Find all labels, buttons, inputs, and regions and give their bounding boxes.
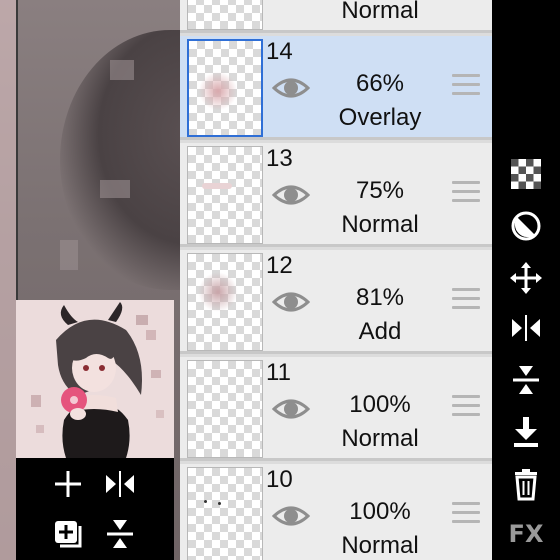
layer-blend-mode[interactable]: Add	[310, 318, 450, 346]
visibility-eye-icon[interactable]	[272, 286, 310, 318]
duplicate-layer-icon	[55, 521, 82, 548]
layer-row-10[interactable]: 10 100% Normal	[180, 464, 492, 560]
flip-horizontal-icon	[512, 315, 540, 341]
layer-thumbnail	[187, 360, 263, 458]
layer-opacity[interactable]: 100%	[320, 391, 440, 419]
visibility-eye-icon[interactable]	[272, 179, 310, 211]
layer-row-11[interactable]: 11 100% Normal	[180, 357, 492, 461]
layer-thumbnail	[187, 146, 263, 244]
drag-handle-icon[interactable]	[452, 502, 480, 528]
flip-icon	[106, 471, 134, 497]
layer-opacity[interactable]: 100%	[320, 498, 440, 526]
flip-layer-button[interactable]	[100, 464, 140, 504]
layer-number: 14	[266, 38, 293, 65]
move-button[interactable]	[501, 256, 551, 300]
drag-handle-icon[interactable]	[452, 181, 480, 207]
layer-thumbnail	[187, 467, 263, 560]
add-layer-button[interactable]	[48, 464, 88, 504]
add-layer-icon	[55, 471, 81, 497]
fx-label: FX	[508, 520, 544, 548]
transparency-checker-icon	[511, 159, 541, 189]
transparency-button[interactable]	[501, 152, 551, 196]
move-icon	[510, 262, 542, 294]
layer-actions-toolbar	[16, 458, 174, 560]
merge-down-button[interactable]	[501, 358, 551, 402]
layer-opacity[interactable]: 75%	[320, 177, 440, 205]
layer-opacity[interactable]: 66%	[320, 70, 440, 98]
layer-row[interactable]: Normal	[180, 0, 492, 33]
merge-layers-button[interactable]	[100, 514, 140, 554]
layer-thumbnail	[187, 0, 263, 30]
merge-down-icon	[513, 366, 539, 394]
layers-panel: Normal 14 66% Overlay 13 75% Normal 12 8…	[180, 0, 492, 560]
layer-number: 11	[266, 359, 291, 386]
artwork-preview	[16, 300, 174, 458]
clipping-icon	[511, 211, 541, 241]
layer-number: 10	[266, 466, 293, 493]
layer-thumbnail	[187, 253, 263, 351]
canvas-divider	[16, 0, 18, 300]
fx-button[interactable]: FX	[501, 512, 551, 556]
layer-row-14[interactable]: 14 66% Overlay	[180, 36, 492, 140]
duplicate-layer-button[interactable]	[48, 514, 88, 554]
layer-row-12[interactable]: 12 81% Add	[180, 250, 492, 354]
layer-number: 12	[266, 252, 293, 279]
artwork-block	[110, 60, 134, 80]
layer-row-13[interactable]: 13 75% Normal	[180, 143, 492, 247]
layer-opacity[interactable]: 81%	[320, 284, 440, 312]
visibility-eye-icon[interactable]	[272, 72, 310, 104]
layer-tools-sidebar: FX	[492, 0, 560, 560]
delete-layer-button[interactable]	[501, 462, 551, 506]
merge-icon	[107, 520, 133, 548]
layer-blend-mode[interactable]: Normal	[310, 211, 450, 239]
layer-blend-mode[interactable]: Normal	[310, 0, 450, 25]
flip-horizontal-button[interactable]	[501, 306, 551, 350]
layer-blend-mode[interactable]: Normal	[310, 532, 450, 560]
layer-thumbnail	[187, 39, 263, 137]
canvas-edge	[0, 0, 16, 560]
artwork-block	[60, 240, 78, 270]
visibility-eye-icon[interactable]	[272, 393, 310, 425]
layer-number: 13	[266, 145, 293, 172]
drag-handle-icon[interactable]	[452, 395, 480, 421]
save-layer-button[interactable]	[501, 410, 551, 454]
download-icon	[514, 417, 538, 447]
clipping-button[interactable]	[501, 204, 551, 248]
artwork-block	[100, 180, 130, 198]
layer-blend-mode[interactable]: Normal	[310, 425, 450, 453]
trash-icon	[515, 469, 537, 501]
drag-handle-icon[interactable]	[452, 288, 480, 314]
layer-blend-mode[interactable]: Overlay	[310, 104, 450, 132]
visibility-eye-icon[interactable]	[272, 500, 310, 532]
drag-handle-icon[interactable]	[452, 74, 480, 100]
canvas-navigator-thumbnail[interactable]	[16, 300, 174, 458]
